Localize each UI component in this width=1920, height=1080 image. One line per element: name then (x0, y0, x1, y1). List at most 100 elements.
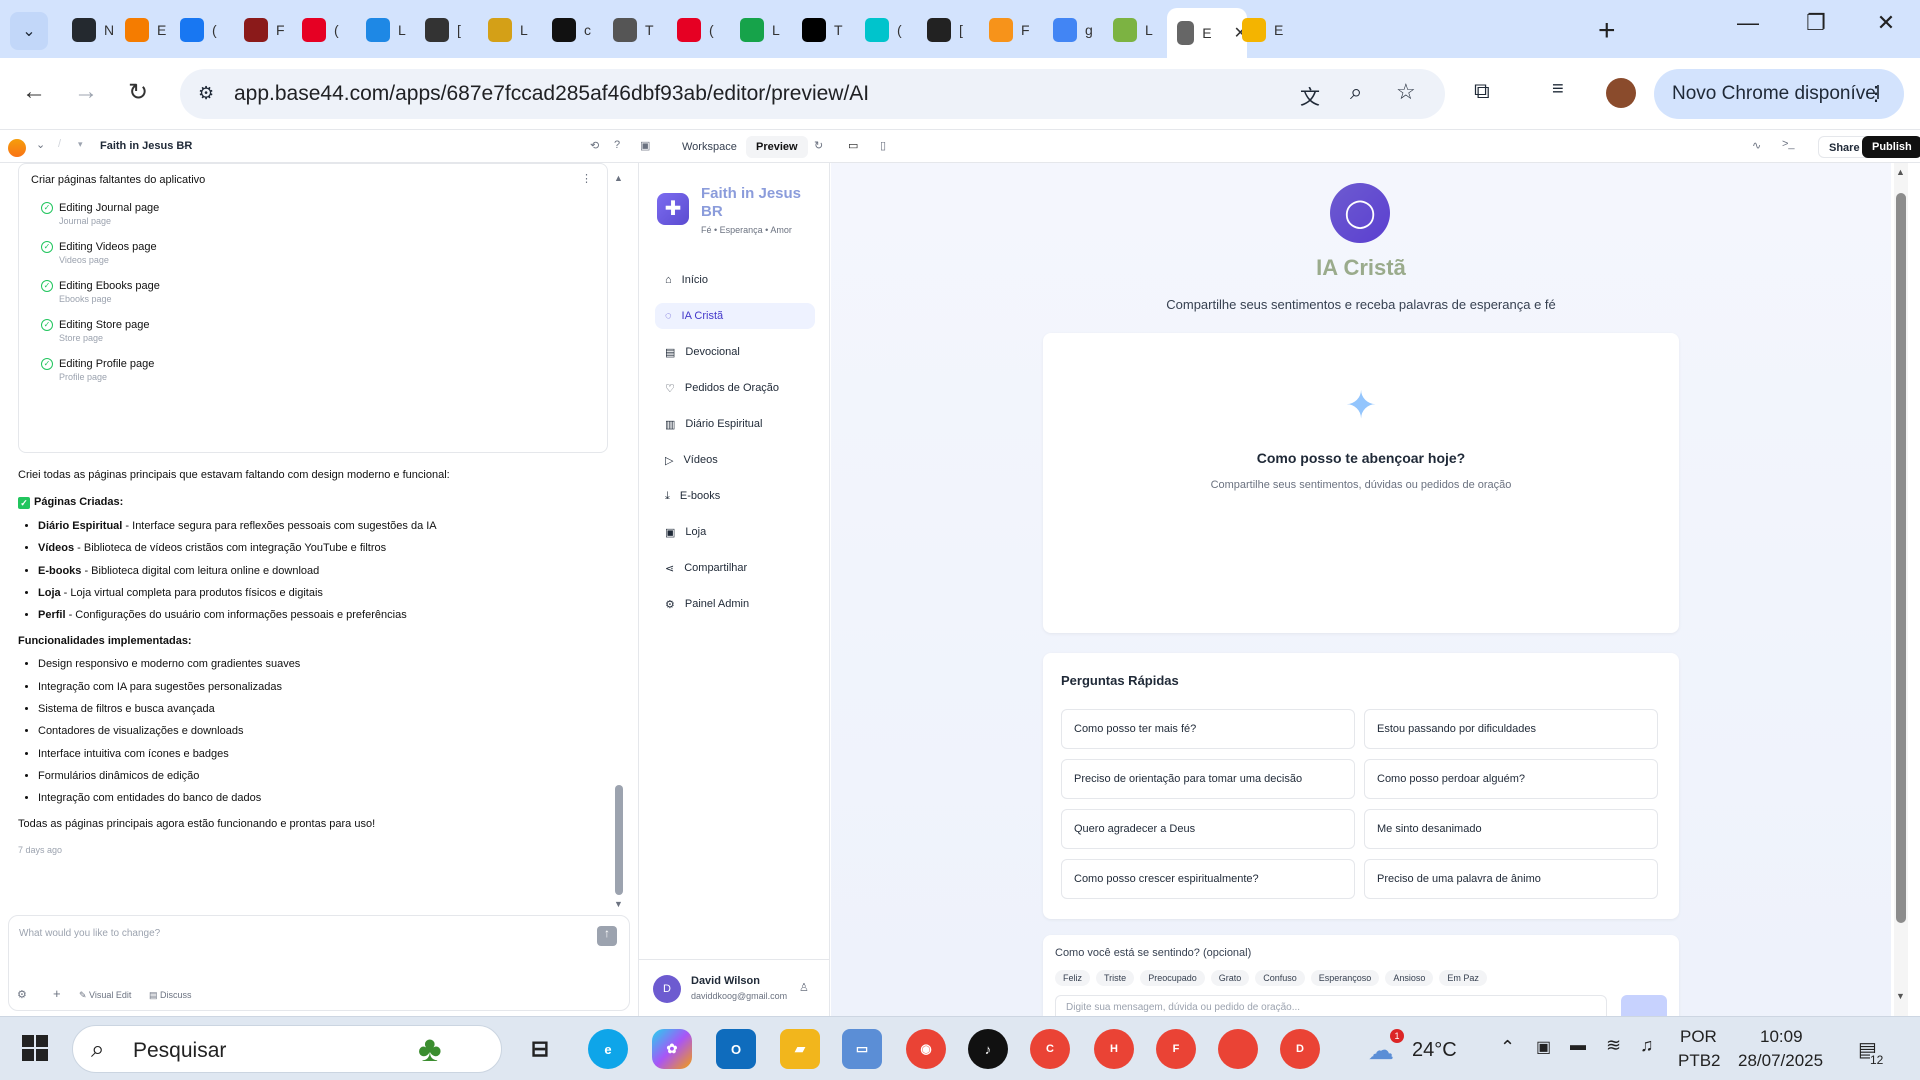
chrome-profile-icon[interactable]: H (1094, 1029, 1134, 1069)
tab-preview[interactable]: Preview (746, 136, 808, 158)
sidebar-item[interactable]: ♡ Pedidos de Oração (655, 375, 815, 401)
input-layout[interactable]: PTB2 (1678, 1051, 1721, 1071)
sidebar-item[interactable]: ▷ Vídeos (655, 447, 815, 473)
media-control-icon[interactable]: ≡ (1552, 78, 1564, 101)
tiktok-icon[interactable]: ♪ (968, 1029, 1008, 1069)
taskbar-search[interactable]: ⌕ Pesquisar ♣ (72, 1025, 502, 1073)
browser-tab[interactable]: T (792, 12, 848, 48)
extensions-icon[interactable]: ⧉ (1474, 78, 1490, 104)
chrome-profile-icon[interactable]: F (1156, 1029, 1196, 1069)
preview-scrollbar[interactable]: ▲ ▼ (1894, 163, 1908, 1016)
quick-question-button[interactable]: Como posso ter mais fé? (1061, 709, 1355, 749)
browser-tab[interactable]: T (603, 12, 659, 48)
meet-icon[interactable]: ▣ (1536, 1037, 1551, 1057)
chrome-profile-icon[interactable]: C (1030, 1029, 1070, 1069)
mood-chip[interactable]: Preocupado (1140, 970, 1205, 986)
close-window-button[interactable]: ✕ (1866, 10, 1906, 36)
sidebar-item[interactable]: ◌ IA Cristã (655, 303, 815, 329)
quick-question-button[interactable]: Me sinto desanimado (1364, 809, 1658, 849)
kebab-menu-icon[interactable]: ⋮ (1866, 81, 1886, 106)
copilot-icon[interactable]: ✿ (652, 1029, 692, 1069)
send-button[interactable]: ↑ (597, 926, 617, 946)
settings-icon[interactable]: ⚙ (17, 988, 27, 1001)
reload-button[interactable]: ↻ (128, 78, 148, 107)
chevron-down-icon[interactable]: ⌄ (36, 138, 45, 151)
chevron-down-icon[interactable]: ⌄ (182, 140, 190, 151)
translate-icon[interactable]: 文 (1300, 81, 1320, 110)
volume-icon[interactable]: ♫ (1640, 1035, 1654, 1056)
sidebar-item[interactable]: ⋖ Compartilhar (655, 555, 815, 581)
activity-icon[interactable]: ∿ (1752, 139, 1761, 152)
profile-avatar[interactable] (1606, 78, 1636, 108)
scroll-down-icon[interactable]: ▼ (1896, 991, 1905, 1001)
browser-tab[interactable]: E (115, 12, 171, 48)
sidebar-toggle-icon[interactable]: ▣ (640, 139, 650, 152)
browser-tab[interactable]: N (62, 12, 118, 48)
scroll-up-icon[interactable]: ▲ (1896, 167, 1905, 177)
desktop-view-icon[interactable]: ▭ (848, 139, 858, 152)
forward-button[interactable]: → (74, 78, 98, 106)
publish-button[interactable]: Publish (1862, 136, 1920, 158)
tab-search-button[interactable]: ⌄ (10, 12, 48, 50)
project-name[interactable]: Faith in Jesus BR (100, 140, 192, 152)
quick-question-button[interactable]: Como posso perdoar alguém? (1364, 759, 1658, 799)
browser-tab[interactable]: g (1043, 12, 1099, 48)
sidebar-item[interactable]: ▣ Loja (655, 519, 815, 545)
sidebar-item[interactable]: ⚙ Painel Admin (655, 591, 815, 617)
quick-question-button[interactable]: Estou passando por dificuldades (1364, 709, 1658, 749)
terminal-icon[interactable]: >_ (1782, 138, 1795, 150)
quick-question-button[interactable]: Preciso de orientação para tomar uma dec… (1061, 759, 1355, 799)
chrome-profile-icon[interactable]: D (1280, 1029, 1320, 1069)
scroll-down-icon[interactable]: ▼ (614, 899, 623, 909)
zoom-icon[interactable]: ⌕ (1350, 79, 1362, 105)
chrome-profile-icon[interactable] (1218, 1029, 1258, 1069)
task-view-icon[interactable]: ⊟ (520, 1029, 560, 1069)
refresh-icon[interactable]: ↻ (814, 139, 823, 152)
browser-tab[interactable]: E (1232, 12, 1288, 48)
battery-icon[interactable]: ▬ (1570, 1037, 1586, 1055)
mood-chip[interactable]: Confuso (1255, 970, 1305, 986)
update-chrome-button[interactable]: Novo Chrome disponível ⋮ (1654, 69, 1904, 119)
edge-icon[interactable]: e (588, 1029, 628, 1069)
sidebar-item[interactable]: ▥ Diário Espiritual (655, 411, 815, 437)
browser-tab[interactable]: L (356, 12, 412, 48)
chat-input[interactable]: What would you like to change? ↑ ⚙ + ✎ V… (8, 915, 630, 1011)
browser-tab[interactable]: c (542, 12, 598, 48)
mood-chip[interactable]: Feliz (1055, 970, 1091, 986)
windows-start-icon[interactable] (22, 1035, 48, 1061)
history-icon[interactable]: ⟲ (590, 139, 599, 152)
sidebar-item[interactable]: ⌂ Início (655, 267, 815, 293)
mood-chip[interactable]: Triste (1096, 970, 1135, 986)
clock-date[interactable]: 28/07/2025 (1738, 1051, 1823, 1071)
browser-tab[interactable]: ( (170, 12, 226, 48)
message-input[interactable]: Digite sua mensagem, dúvida ou pedido de… (1055, 995, 1607, 1016)
browser-tab[interactable]: ( (855, 12, 911, 48)
back-button[interactable]: ← (22, 78, 46, 106)
sidebar-item[interactable]: ⤓ E-books (655, 483, 815, 509)
mood-chip[interactable]: Esperançoso (1310, 970, 1380, 986)
quick-question-button[interactable]: Como posso crescer espiritualmente? (1061, 859, 1355, 899)
sidebar-item[interactable]: ▤ Devocional (655, 339, 815, 365)
kebab-menu-icon[interactable]: ⋮ (581, 172, 592, 185)
user-avatar[interactable]: D (653, 975, 681, 1003)
scroll-up-icon[interactable]: ▲ (614, 173, 623, 183)
browser-tab[interactable]: F (979, 12, 1035, 48)
outlook-icon[interactable]: O (716, 1029, 756, 1069)
site-info-icon[interactable]: ⚙ (198, 83, 214, 104)
chevron-up-icon[interactable]: ⌃ (1500, 1037, 1515, 1058)
minimize-button[interactable]: — (1728, 10, 1768, 36)
browser-tab[interactable]: L (478, 12, 534, 48)
wifi-icon[interactable]: ≋ (1606, 1035, 1621, 1056)
add-icon[interactable]: + (53, 986, 61, 1001)
scrollbar-thumb[interactable] (615, 785, 623, 895)
base44-logo[interactable] (8, 139, 26, 157)
browser-tab[interactable]: [ (415, 12, 471, 48)
browser-tab[interactable]: [ (917, 12, 973, 48)
chrome-icon[interactable]: ◉ (906, 1029, 946, 1069)
input-language[interactable]: POR (1680, 1027, 1717, 1047)
new-tab-button[interactable]: + (1598, 14, 1616, 48)
address-bar[interactable]: ⚙ app.base44.com/apps/687e7fccad285af46d… (180, 69, 1445, 119)
mood-chip[interactable]: Grato (1210, 970, 1250, 986)
browser-tab[interactable]: L (730, 12, 786, 48)
discuss-button[interactable]: ▤ Discuss (149, 990, 192, 1001)
